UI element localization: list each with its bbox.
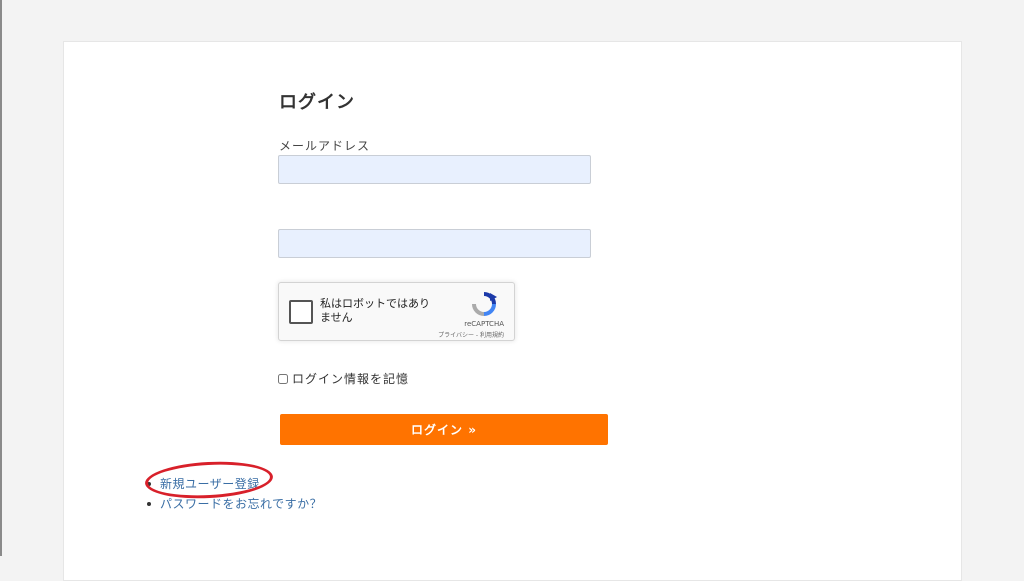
- login-button[interactable]: ログイン »: [280, 414, 608, 445]
- recaptcha-brand: reCAPTCHA: [464, 320, 504, 328]
- recaptcha-links[interactable]: プライバシー - 利用規約: [438, 330, 504, 339]
- email-field[interactable]: [278, 155, 591, 184]
- password-field[interactable]: [278, 229, 591, 258]
- recaptcha-icon: [472, 292, 497, 316]
- window-edge: [0, 0, 2, 556]
- remember-checkbox[interactable]: [278, 373, 288, 384]
- recaptcha-widget: 私はロボットではありません reCAPTCHA プライバシー - 利用規約: [278, 282, 515, 341]
- bullet-icon: [147, 502, 151, 506]
- remember-me[interactable]: ログイン情報を記憶: [278, 370, 409, 387]
- remember-label: ログイン情報を記憶: [292, 372, 410, 386]
- list-item: パスワードをお忘れですか？: [147, 494, 322, 514]
- recaptcha-label: 私はロボットではありません: [320, 297, 430, 324]
- forgot-password-link[interactable]: パスワードをお忘れですか？: [160, 497, 322, 511]
- email-label: メールアドレス: [279, 139, 371, 153]
- page-title: ログイン: [279, 92, 355, 113]
- recaptcha-checkbox[interactable]: [289, 300, 313, 324]
